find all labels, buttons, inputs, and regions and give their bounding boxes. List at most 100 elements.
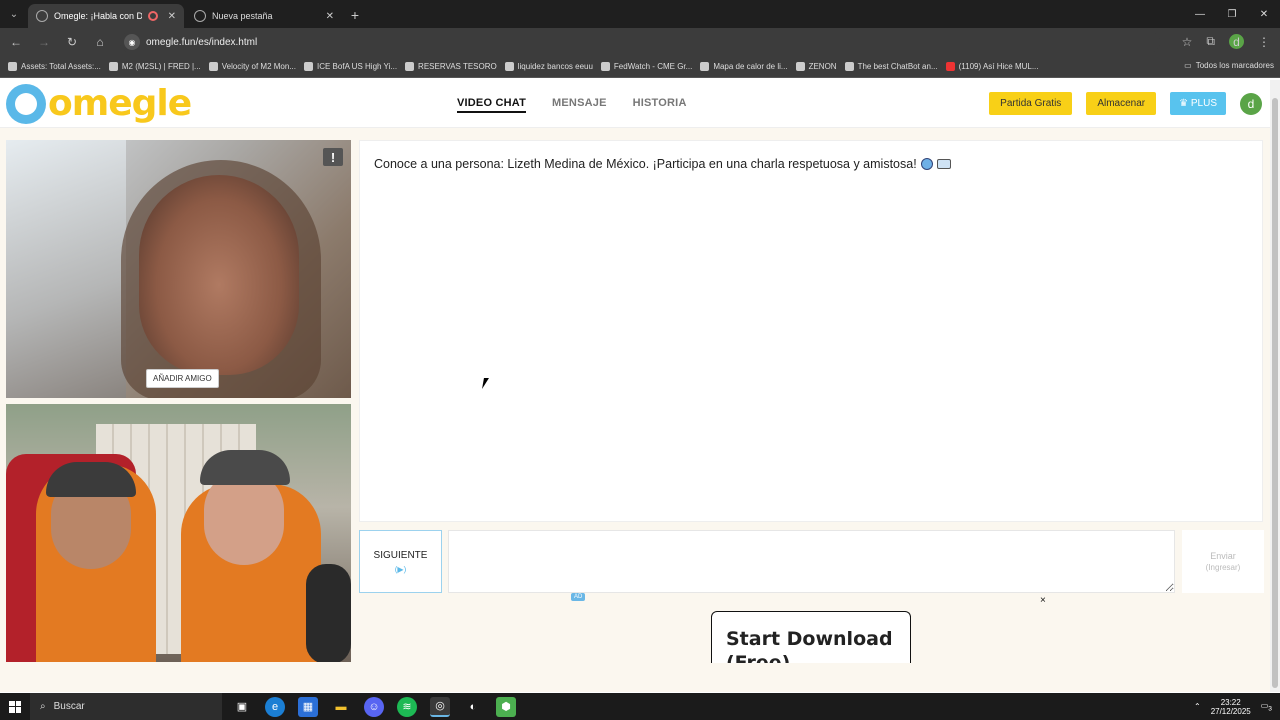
home-icon[interactable]: ⌂ xyxy=(92,35,108,49)
extensions-icon[interactable]: ⧉ xyxy=(1206,34,1215,49)
bookmark-item[interactable]: ZENON xyxy=(795,62,837,71)
edge-icon[interactable]: e xyxy=(265,696,285,717)
bookmark-item[interactable]: M2 (M2SL) | FRED |... xyxy=(108,62,201,71)
send-key-hint: (Ingresar) xyxy=(1205,563,1241,572)
ad-headline: Start Download xyxy=(726,628,893,650)
windows-logo-icon xyxy=(9,700,21,713)
back-icon[interactable]: ← xyxy=(8,35,24,49)
nav-history[interactable]: HISTORIA xyxy=(633,97,687,113)
reload-icon[interactable]: ↻ xyxy=(64,35,80,49)
web-page: omegle VIDEO CHAT MENSAJE HISTORIA Parti… xyxy=(0,80,1270,692)
task-view-icon[interactable]: ▣ xyxy=(232,697,252,717)
chrome-icon[interactable]: ◎ xyxy=(430,696,450,717)
profile-avatar[interactable]: d xyxy=(1229,34,1244,49)
omegle-logo[interactable]: omegle xyxy=(6,83,192,124)
bookmark-favicon-icon xyxy=(8,62,17,71)
bookmark-item[interactable]: Velocity of M2 Mon... xyxy=(208,62,296,71)
bookmark-item[interactable]: Mapa de calor de li... xyxy=(700,62,788,71)
message-input[interactable] xyxy=(448,530,1175,593)
video-background xyxy=(6,140,126,398)
start-button[interactable] xyxy=(0,693,30,720)
system-tray: ⌃ 23:22 27/12/2025 ▭3 xyxy=(1194,693,1280,720)
site-header: omegle VIDEO CHAT MENSAJE HISTORIA Parti… xyxy=(0,80,1270,128)
taskbar-search[interactable]: ⌕ Buscar xyxy=(30,693,222,720)
bookmark-star-icon[interactable]: ☆ xyxy=(1182,35,1193,49)
bookmark-favicon-icon xyxy=(844,62,854,71)
store-icon[interactable]: ▦ xyxy=(298,696,318,717)
close-tab-icon[interactable]: ✕ xyxy=(326,11,334,22)
file-explorer-icon[interactable]: ▬ xyxy=(331,697,351,717)
nav-video-chat[interactable]: VIDEO CHAT xyxy=(457,97,527,113)
taskbar-apps: ▣ e ▦ ▬ ☺ ≋ ◎ ◐ ⬢ xyxy=(232,696,516,717)
next-key-hint: (▶) xyxy=(394,564,407,574)
logo-mark-icon xyxy=(6,84,46,124)
bookmark-item[interactable]: Assets: Total Assets:... xyxy=(8,62,101,71)
video-person-left-cap xyxy=(46,462,136,497)
free-match-button[interactable]: Partida Gratis xyxy=(989,92,1073,115)
close-tab-icon[interactable]: ✕ xyxy=(168,11,176,22)
url-field[interactable]: ◉ omegle.fun/es/index.html xyxy=(120,31,1160,53)
plus-button[interactable]: ♛ PLUS xyxy=(1170,92,1226,115)
taskbar-clock[interactable]: 23:22 27/12/2025 xyxy=(1211,698,1251,716)
minimize-icon[interactable]: — xyxy=(1184,0,1216,28)
report-button[interactable]: ! xyxy=(323,148,343,166)
ad-subline: (Free) xyxy=(726,652,791,663)
chat-bubble-icon xyxy=(936,159,951,169)
globe-icon xyxy=(920,158,933,170)
tab-title: Nueva pestaña xyxy=(212,11,273,21)
menu-kebab-icon[interactable]: ⋮ xyxy=(1258,35,1270,49)
shield-app-icon[interactable]: ⬢ xyxy=(496,696,516,717)
mouse-cursor-icon xyxy=(482,378,494,389)
bookmark-item[interactable]: FedWatch - CME Gr... xyxy=(600,62,692,71)
stranger-video: ! AÑADIR AMIGO xyxy=(6,140,351,398)
tab-omegle[interactable]: Omegle: ¡Habla con Desconocidos! ✕ xyxy=(28,4,184,28)
main-nav: VIDEO CHAT MENSAJE HISTORIA xyxy=(457,97,687,113)
chat-intro-message: Conoce a una persona: Lizeth Medina de M… xyxy=(374,157,951,171)
globe-icon xyxy=(36,10,48,22)
obs-icon[interactable]: ◐ xyxy=(463,697,483,717)
tab-new-tab[interactable]: Nueva pestaña ✕ xyxy=(186,4,342,28)
clock-date: 27/12/2025 xyxy=(1210,706,1251,716)
tray-chevron-up-icon[interactable]: ⌃ xyxy=(1194,702,1201,711)
bookmark-item[interactable]: ICE BofA US High Yi... xyxy=(304,62,397,71)
new-tab-button[interactable]: + xyxy=(344,7,366,28)
bookmark-favicon-icon xyxy=(208,62,218,71)
forward-icon[interactable]: → xyxy=(36,35,52,49)
nav-message[interactable]: MENSAJE xyxy=(552,97,607,113)
bookmark-item[interactable]: (1109) Así Hice MUL... xyxy=(945,62,1039,71)
spotify-icon[interactable]: ≋ xyxy=(397,696,417,717)
site-info-icon[interactable]: ◉ xyxy=(124,34,140,50)
store-button[interactable]: Almacenar xyxy=(1086,92,1157,115)
windows-taskbar: ⌕ Buscar ▣ e ▦ ▬ ☺ ≋ ◎ ◐ ⬢ ⌃ 23:22 27/12… xyxy=(0,693,1280,720)
tab-search-chevron-icon[interactable]: ⌄ xyxy=(0,0,28,28)
clock-time: 23:22 xyxy=(1220,697,1241,707)
page-scrollbar[interactable] xyxy=(1270,80,1280,692)
logo-text: omegle xyxy=(48,83,192,124)
restore-icon[interactable]: ❐ xyxy=(1216,0,1248,28)
add-friend-button[interactable]: AÑADIR AMIGO xyxy=(146,369,219,388)
bookmark-item[interactable]: liquidez bancos eeuu xyxy=(504,62,593,71)
window-controls: — ❐ ✕ xyxy=(1184,0,1280,28)
address-bar-actions: ☆ ⧉ d ⋮ xyxy=(1182,34,1270,49)
discord-icon[interactable]: ☺ xyxy=(364,696,384,717)
user-avatar[interactable]: d xyxy=(1240,92,1262,115)
bookmark-item[interactable]: The best ChatBot an... xyxy=(844,62,938,71)
ad-download-banner[interactable]: Start Download (Free) xyxy=(711,611,911,663)
youtube-icon xyxy=(945,62,955,71)
all-bookmarks[interactable]: ▭ Todos los marcadores xyxy=(1184,61,1274,70)
close-window-icon[interactable]: ✕ xyxy=(1248,0,1280,28)
send-label: Enviar xyxy=(1210,551,1236,561)
bookmark-item[interactable]: RESERVAS TESORO xyxy=(405,62,497,71)
browser-tab-bar: ⌄ Omegle: ¡Habla con Desconocidos! ✕ Nue… xyxy=(0,0,1280,28)
url-text: omegle.fun/es/index.html xyxy=(146,36,258,48)
bookmark-favicon-icon xyxy=(304,62,313,71)
search-label: Buscar xyxy=(53,701,85,712)
ad-close-icon[interactable]: × xyxy=(1040,595,1046,606)
send-button[interactable]: Enviar (Ingresar) xyxy=(1182,530,1264,593)
intro-text: Conoce a una persona: Lizeth Medina de M… xyxy=(374,157,917,171)
bookmark-favicon-icon xyxy=(405,62,415,71)
video-person-right-cap xyxy=(200,450,290,485)
scrollbar-thumb[interactable] xyxy=(1272,98,1278,688)
notification-icon[interactable]: ▭3 xyxy=(1261,701,1272,713)
next-button[interactable]: SIGUIENTE (▶) xyxy=(359,530,442,593)
